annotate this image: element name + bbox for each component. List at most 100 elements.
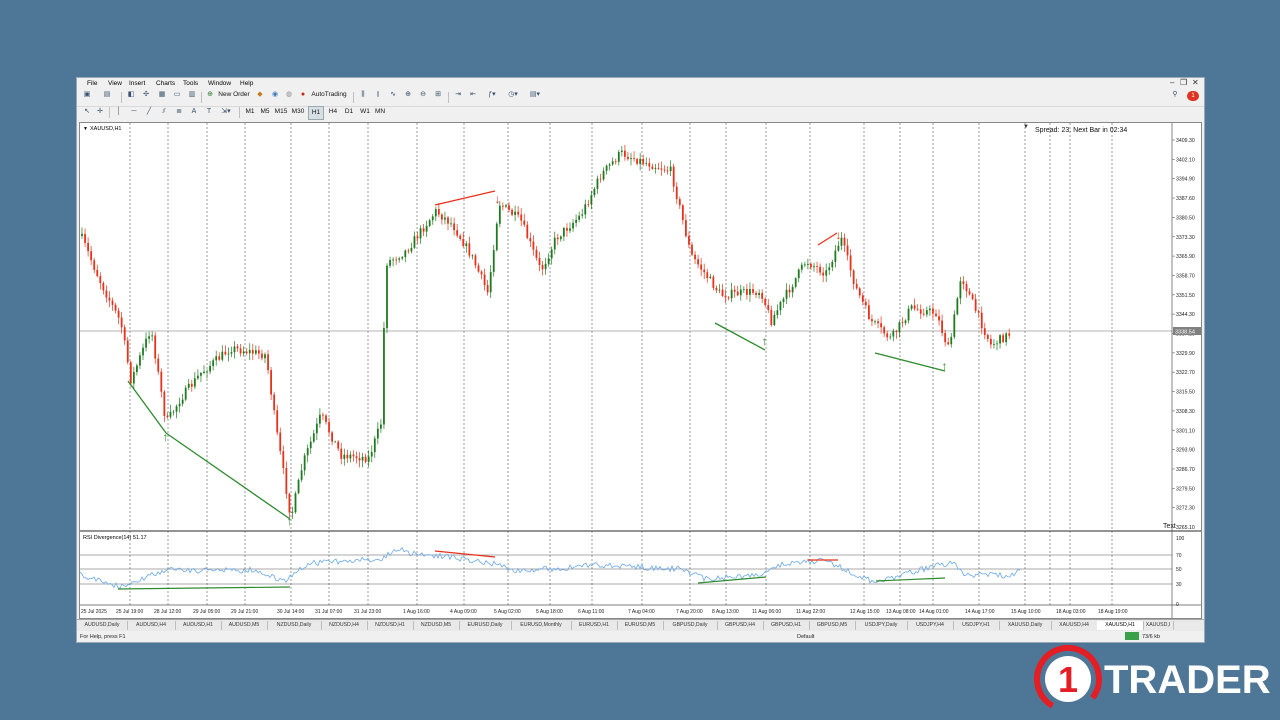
chart-tab[interactable]: GBPUSD,H1 bbox=[763, 621, 810, 630]
chart-tab[interactable]: EURUSD,M5 bbox=[617, 621, 664, 630]
chart-tab[interactable]: AUDUSD,H1 bbox=[175, 621, 222, 630]
menu-view[interactable]: View bbox=[108, 80, 122, 87]
templates-icon[interactable]: ▤▾ bbox=[527, 89, 543, 101]
chart-tab[interactable]: NZDUSD,M5 bbox=[413, 621, 460, 630]
chart-tab[interactable]: XAUUSD,H1 bbox=[1097, 621, 1144, 630]
market-watch-icon[interactable]: ◧ bbox=[126, 89, 136, 101]
strategy-tester-icon[interactable]: ▥ bbox=[187, 89, 197, 101]
minimize-icon[interactable]: – bbox=[1170, 78, 1174, 87]
channel-icon[interactable]: ⫽ bbox=[159, 106, 169, 118]
candle-body bbox=[816, 266, 818, 268]
fibonacci-icon[interactable]: ≣ bbox=[174, 106, 184, 118]
chart-tab[interactable]: USDJPY,H4 bbox=[907, 621, 954, 630]
candle-body bbox=[880, 323, 882, 328]
candle-body bbox=[355, 456, 358, 459]
label-tool-icon[interactable]: T bbox=[204, 106, 214, 118]
close-icon[interactable]: ✕ bbox=[1192, 78, 1199, 87]
profiles-icon[interactable]: ▤ bbox=[101, 89, 113, 101]
bar-chart-icon[interactable]: ⫼ bbox=[358, 89, 368, 101]
arrows-icon[interactable]: ⇲▾ bbox=[219, 106, 233, 118]
chart-tab[interactable]: AUDUSD,M5 bbox=[221, 621, 268, 630]
candle-body bbox=[358, 458, 361, 461]
chart-tab[interactable]: AUDUSD,Daily bbox=[77, 621, 128, 630]
chart-tab[interactable]: XAUUSD,H4 bbox=[1051, 621, 1098, 630]
chart-window[interactable]: ↑ ↑ ↑ ↑ ↓ ↓ 3409.30 3402.10 3394.90 3387.60 3380.… bbox=[79, 122, 1202, 619]
candle-body bbox=[721, 289, 724, 296]
new-order-icon[interactable]: ⊕ bbox=[205, 89, 215, 101]
candle-body bbox=[328, 422, 330, 433]
chart-shift-marker[interactable]: ▼ bbox=[1023, 124, 1029, 130]
restore-icon[interactable]: ❐ bbox=[1180, 78, 1187, 87]
zoom-out-icon[interactable]: ⊖ bbox=[418, 89, 428, 101]
timeframe-h4[interactable]: H4 bbox=[326, 106, 340, 118]
chart-tab[interactable]: EURUSD,H1 bbox=[571, 621, 618, 630]
timeframe-d1[interactable]: D1 bbox=[342, 106, 356, 118]
timeframe-m30[interactable]: M30 bbox=[290, 106, 306, 118]
notifications-icon[interactable]: 1 bbox=[1187, 91, 1199, 101]
cursor-icon[interactable]: ↖ bbox=[82, 106, 92, 118]
text-tool-icon[interactable]: A bbox=[189, 106, 199, 118]
candle-body bbox=[660, 168, 663, 170]
chart-tab[interactable]: EURUSD,Monthly bbox=[511, 621, 572, 630]
chart-tab[interactable]: NZDUSD,H4 bbox=[321, 621, 368, 630]
timeframe-m5[interactable]: M5 bbox=[258, 106, 272, 118]
zoom-in-icon[interactable]: ⊕ bbox=[403, 89, 413, 101]
auto-scroll-icon[interactable]: ⇥ bbox=[453, 89, 463, 101]
candle-body bbox=[495, 223, 498, 251]
candle-body bbox=[169, 411, 172, 417]
terminal-icon[interactable]: ▭ bbox=[172, 89, 182, 101]
chart-menu-icon[interactable]: ▼ bbox=[83, 126, 88, 132]
data-window-icon[interactable]: ✣ bbox=[141, 89, 151, 101]
horizontal-line-icon[interactable]: ─ bbox=[129, 106, 139, 118]
candle-body bbox=[953, 314, 956, 337]
chart-tab[interactable]: XAUUSD,Daily bbox=[999, 621, 1052, 630]
crosshair-icon[interactable]: ✛ bbox=[95, 106, 105, 118]
chart-tab[interactable]: USDJPY,Daily bbox=[855, 621, 908, 630]
indicators-icon[interactable]: ƒ▾ bbox=[485, 89, 499, 101]
timeframe-h1[interactable]: H1 bbox=[308, 106, 324, 120]
timeframe-m1[interactable]: M1 bbox=[243, 106, 257, 118]
candle-body bbox=[718, 289, 721, 291]
price-chart[interactable]: ↑ ↑ ↑ ↑ ↓ ↓ 3409.30 3402.10 3394.90 3387.60 3380.… bbox=[79, 123, 1201, 618]
chart-shift-icon[interactable]: ⇤ bbox=[468, 89, 478, 101]
chart-tab[interactable]: USDJPY,H1 bbox=[953, 621, 1000, 630]
new-order-button[interactable]: New Order bbox=[217, 89, 251, 101]
chart-tab[interactable]: AUDUSD,H4 bbox=[127, 621, 176, 630]
candle-body bbox=[901, 322, 904, 324]
candlestick-icon[interactable]: ⫾ bbox=[373, 89, 383, 101]
search-icon[interactable]: ⚲ bbox=[1170, 89, 1180, 101]
line-chart-icon[interactable]: ∿ bbox=[388, 89, 398, 101]
chart-tab[interactable]: GBPUSD,M5 bbox=[809, 621, 856, 630]
candle-body bbox=[614, 161, 617, 163]
menu-window[interactable]: Window bbox=[208, 80, 231, 87]
chart-tab[interactable]: XAUUSD,I bbox=[1143, 621, 1174, 630]
periods-icon[interactable]: ◷▾ bbox=[505, 89, 521, 101]
metaeditor-icon[interactable]: ◆ bbox=[255, 89, 265, 101]
tile-windows-icon[interactable]: ⊞ bbox=[433, 89, 443, 101]
navigator-icon[interactable]: ▦ bbox=[157, 89, 167, 101]
timeframe-m15[interactable]: M15 bbox=[273, 106, 289, 118]
menu-file[interactable]: File bbox=[87, 80, 97, 87]
menu-insert[interactable]: Insert bbox=[129, 80, 145, 87]
trendline-icon[interactable]: ╱ bbox=[144, 106, 154, 118]
candle-body bbox=[779, 302, 782, 311]
signals-icon[interactable]: ◉ bbox=[270, 89, 280, 101]
chart-tab[interactable]: EURUSD,Daily bbox=[459, 621, 512, 630]
candle-body bbox=[758, 292, 760, 295]
autotrading-button[interactable]: AutoTrading bbox=[310, 89, 348, 101]
autotrading-icon[interactable]: ● bbox=[298, 89, 308, 101]
candle-body bbox=[349, 454, 352, 459]
menu-help[interactable]: Help bbox=[240, 80, 253, 87]
candle-body bbox=[1002, 335, 1004, 343]
timeframe-mn[interactable]: MN bbox=[373, 106, 387, 118]
chart-tab[interactable]: GBPUSD,Daily bbox=[663, 621, 718, 630]
new-chart-icon[interactable]: ▣ bbox=[81, 89, 93, 101]
chart-tab[interactable]: GBPUSD,H4 bbox=[717, 621, 764, 630]
menu-tools[interactable]: Tools bbox=[183, 80, 198, 87]
chart-tab[interactable]: NZDUSD,Daily bbox=[267, 621, 322, 630]
chart-tab[interactable]: NZDUSD,H1 bbox=[367, 621, 414, 630]
vps-icon[interactable]: ◍ bbox=[284, 89, 294, 101]
menu-charts[interactable]: Charts bbox=[156, 80, 175, 87]
timeframe-w1[interactable]: W1 bbox=[358, 106, 372, 118]
vertical-line-icon[interactable]: │ bbox=[114, 106, 124, 118]
